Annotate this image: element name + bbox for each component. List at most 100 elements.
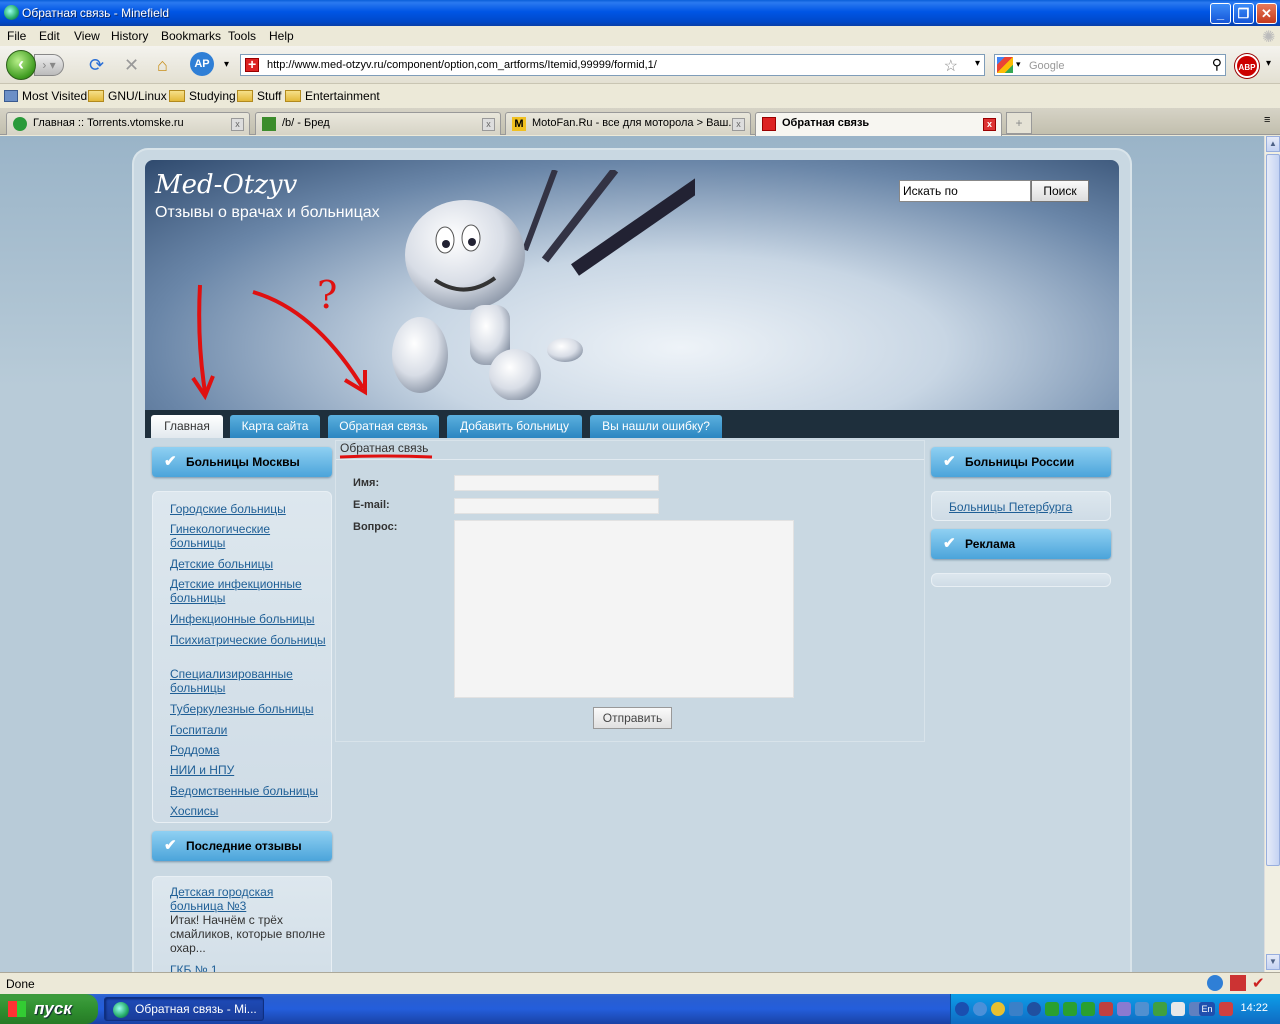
google-icon[interactable]: [997, 57, 1013, 73]
site-search-input[interactable]: Искать по: [899, 180, 1031, 202]
link-children-infectious[interactable]: Детские инфекционные больницы: [170, 577, 326, 605]
tray-expand-icon[interactable]: [955, 1002, 969, 1016]
menu-tools[interactable]: Tools: [228, 29, 256, 43]
tab-list-icon[interactable]: ≡: [1264, 114, 1270, 126]
question-textarea[interactable]: [454, 520, 794, 698]
link-research[interactable]: НИИ и НПУ: [170, 763, 326, 777]
nav-sitemap[interactable]: Карта сайта: [230, 415, 320, 438]
scrollbar-thumb[interactable]: [1266, 154, 1280, 866]
tray-messenger-icon[interactable]: [991, 1002, 1005, 1016]
tray-bluetooth-icon[interactable]: [1027, 1002, 1041, 1016]
adblock-plus-icon[interactable]: ABP: [1235, 54, 1259, 78]
link-petersburg[interactable]: Больницы Петербурга: [949, 500, 1105, 514]
link-hospices[interactable]: Хосписы: [170, 804, 326, 818]
russia-hospitals-list: Больницы Петербурга: [931, 491, 1111, 521]
link-hospitals-military[interactable]: Госпитали: [170, 723, 326, 737]
address-url[interactable]: http://www.med-otzyv.ru/component/option…: [267, 59, 657, 71]
addon-dropdown-icon[interactable]: ▾: [224, 56, 229, 74]
menu-help[interactable]: Help: [269, 29, 294, 43]
engine-dropdown-icon[interactable]: ▾: [1016, 59, 1021, 70]
language-indicator[interactable]: En: [1199, 1002, 1215, 1016]
tray-app-icon-6[interactable]: [1135, 1002, 1149, 1016]
menu-view[interactable]: View: [74, 29, 100, 43]
review-link-2[interactable]: ГКБ № 1: [170, 963, 326, 972]
nav-found-error[interactable]: Вы нашли ошибку?: [590, 415, 722, 438]
start-button[interactable]: пуск: [0, 994, 98, 1024]
scroll-down-arrow-icon[interactable]: ▼: [1266, 954, 1280, 970]
bookmark-most-visited[interactable]: Most Visited: [4, 89, 87, 103]
submit-button[interactable]: Отправить: [593, 707, 672, 729]
bookmark-folder-studying[interactable]: Studying: [169, 89, 236, 103]
vertical-scrollbar[interactable]: ▲ ▼: [1264, 136, 1280, 972]
address-dropdown-icon[interactable]: ▾: [975, 58, 980, 69]
status-text: Done: [6, 977, 35, 991]
tray-app-icon-3[interactable]: [1081, 1002, 1095, 1016]
tray-network-icon[interactable]: [973, 1002, 987, 1016]
tray-app-icon-8[interactable]: [1171, 1002, 1185, 1016]
minimize-button[interactable]: _: [1210, 3, 1231, 24]
menu-edit[interactable]: Edit: [39, 29, 60, 43]
close-tab-icon[interactable]: x: [231, 118, 244, 131]
nav-add-hospital[interactable]: Добавить больницу: [447, 415, 582, 438]
addon-status-icon[interactable]: [1207, 975, 1223, 991]
link-tuberculosis[interactable]: Туберкулезные больницы: [170, 702, 326, 716]
link-psychiatric[interactable]: Психиатрические больницы: [170, 633, 326, 647]
menu-bookmarks[interactable]: Bookmarks: [161, 29, 221, 43]
link-specialized[interactable]: Специализированные больницы: [170, 667, 326, 695]
addon-ap-icon[interactable]: AP: [190, 52, 214, 76]
ads-heading: ✔ Реклама: [931, 529, 1111, 559]
tray-app-icon-2[interactable]: [1063, 1002, 1077, 1016]
forward-button[interactable]: › ▾: [34, 54, 64, 76]
tray-volume-icon[interactable]: [1219, 1002, 1233, 1016]
abp-dropdown-icon[interactable]: ▾: [1266, 58, 1271, 69]
bookmark-folder-entertainment[interactable]: Entertainment: [285, 89, 380, 103]
maximize-button[interactable]: ❐: [1233, 3, 1254, 24]
tab-feedback[interactable]: Обратная связь x: [755, 112, 1002, 136]
home-icon[interactable]: ⌂: [157, 56, 168, 74]
link-city-hospitals[interactable]: Городские больницы: [170, 502, 326, 516]
scroll-up-arrow-icon[interactable]: ▲: [1266, 136, 1280, 152]
tray-app-icon-7[interactable]: [1153, 1002, 1167, 1016]
med-otzyv-favicon: [762, 117, 776, 131]
search-icon[interactable]: ⚲: [1212, 56, 1222, 73]
back-button[interactable]: ‹: [6, 50, 36, 80]
close-tab-icon[interactable]: x: [732, 118, 745, 131]
reload-icon[interactable]: ⟳: [89, 56, 104, 74]
close-tab-icon[interactable]: x: [983, 118, 996, 131]
tray-app-icon-1[interactable]: [1045, 1002, 1059, 1016]
extension-status-icon[interactable]: [1230, 975, 1246, 991]
bookmark-folder-gnu-linux[interactable]: GNU/Linux: [88, 89, 167, 103]
link-infectious[interactable]: Инфекционные больницы: [170, 612, 326, 626]
tray-app-icon-5[interactable]: [1117, 1002, 1131, 1016]
review-link[interactable]: Детская городская больница №3: [170, 885, 326, 913]
tray-ap-icon[interactable]: [1009, 1002, 1023, 1016]
nav-home[interactable]: Главная: [151, 415, 223, 438]
link-departmental[interactable]: Ведомственные больницы: [170, 784, 326, 798]
tab-torrents[interactable]: Главная :: Torrents.vtomske.ru x: [6, 112, 250, 135]
address-bar[interactable]: http://www.med-otzyv.ru/component/option…: [240, 54, 985, 76]
link-gynecology[interactable]: Гинекологические больницы: [170, 522, 326, 550]
moscow-hospitals-heading: ✔ Больницы Москвы: [152, 447, 332, 477]
nav-feedback[interactable]: Обратная связь: [328, 415, 439, 438]
bookmark-folder-stuff[interactable]: Stuff: [237, 89, 281, 103]
stop-icon[interactable]: ✕: [124, 56, 139, 74]
tab-b-bred[interactable]: /b/ - Бред x: [255, 112, 501, 135]
menu-file[interactable]: File: [7, 29, 26, 43]
latest-reviews-heading: ✔ Последние отзывы: [152, 831, 332, 861]
site-search-button[interactable]: Поиск: [1031, 180, 1089, 202]
close-button[interactable]: ✕: [1256, 3, 1277, 24]
search-bar[interactable]: ▾ Google ⚲: [994, 54, 1226, 76]
menu-history[interactable]: History: [111, 29, 148, 43]
close-tab-icon[interactable]: x: [482, 118, 495, 131]
link-children[interactable]: Детские больницы: [170, 557, 326, 571]
tray-app-icon-4[interactable]: [1099, 1002, 1113, 1016]
link-maternity[interactable]: Роддома: [170, 743, 326, 757]
new-tab-button[interactable]: +: [1006, 112, 1032, 134]
clock[interactable]: 14:22: [1240, 1002, 1268, 1014]
name-field[interactable]: [454, 475, 659, 491]
motofan-favicon: M: [512, 117, 526, 131]
email-field[interactable]: [454, 498, 659, 514]
taskbar-window-button[interactable]: Обратная связь - Mi...: [104, 997, 264, 1021]
bookmark-star-icon[interactable]: ☆: [944, 56, 958, 76]
tab-motofan[interactable]: M MotoFan.Ru - все для моторола > Ваш...…: [505, 112, 751, 135]
